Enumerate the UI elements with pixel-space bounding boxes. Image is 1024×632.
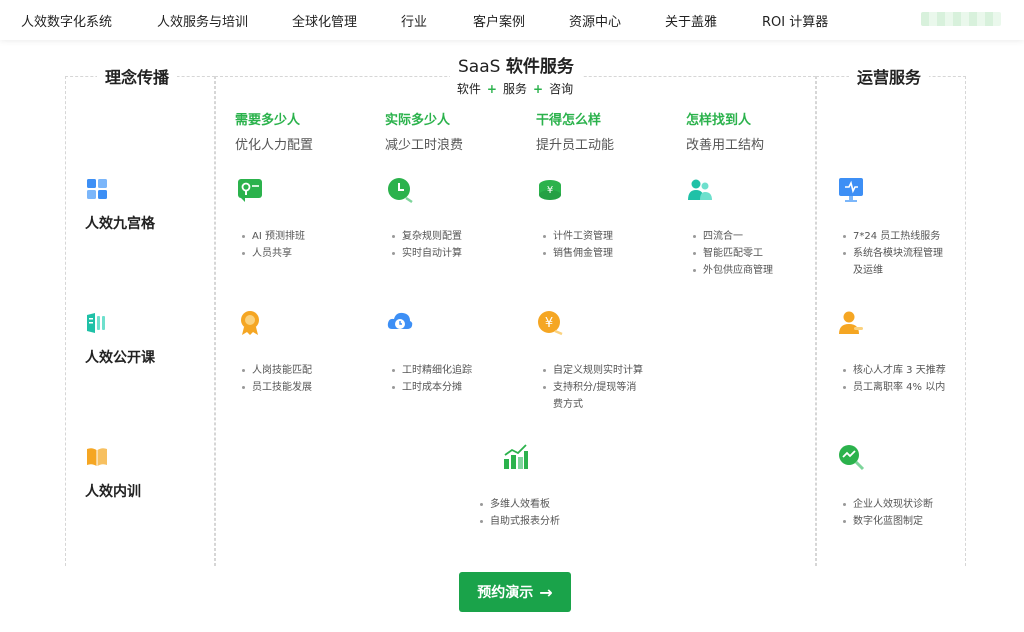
book-demo-label: 预约演示 xyxy=(477,585,534,601)
diagnosis-magnifier-icon xyxy=(839,445,865,471)
list-item: 外包供应商管理 xyxy=(689,262,773,279)
list-item: 支持积分/提现等消 xyxy=(539,379,643,396)
nav-item-roi-calculator[interactable]: ROI 计算器 xyxy=(762,11,828,30)
middle-title-latin: SaaS xyxy=(458,57,501,77)
list-item: 7*24 员工热线服务 xyxy=(839,228,943,245)
scheduling-card-icon xyxy=(238,179,262,202)
right-column-title: 运营服务 xyxy=(849,64,930,88)
nav-item-about[interactable]: 关于盖雅 xyxy=(665,11,717,30)
pillar-nine-grid[interactable]: 人效九宫格 xyxy=(85,177,155,233)
list-item: AI 预测排班 xyxy=(238,228,305,245)
feature-list: 工时精细化追踪 工时成本分摊 xyxy=(388,362,472,396)
question-subtitle: 优化人力配置 xyxy=(235,138,314,153)
list-item: 自定义规则实时计算 xyxy=(539,362,643,379)
bar-chart-icon xyxy=(504,444,528,469)
nav-item-services-training[interactable]: 人效服务与培训 xyxy=(157,11,248,30)
pillar-label: 人效公开课 xyxy=(85,350,155,366)
nav-item-digital-system[interactable]: 人效数字化系统 xyxy=(21,11,112,30)
award-badge-icon xyxy=(241,311,259,335)
book-icon xyxy=(87,448,107,466)
list-item: 复杂规则配置 xyxy=(388,228,462,245)
list-item: 系统各模块流程管理 xyxy=(839,245,943,262)
question-heading: 怎样找到人 xyxy=(686,113,752,128)
nav-item-industry[interactable]: 行业 xyxy=(401,11,427,30)
list-item: 自助式报表分析 xyxy=(476,513,560,530)
open-book-icon xyxy=(87,313,105,333)
nav-item-cases[interactable]: 客户案例 xyxy=(473,11,525,30)
feature-list: 企业人效现状诊断 数字化蓝图制定 xyxy=(839,496,933,530)
list-item: 费方式 xyxy=(553,399,583,410)
feature-list: 复杂规则配置 实时自动计算 xyxy=(388,228,462,262)
list-item: 核心人才库 3 天推荐 xyxy=(839,362,946,379)
pillar-internal-training[interactable]: 人效内训 xyxy=(85,445,141,501)
question-subtitle: 提升员工动能 xyxy=(536,138,615,153)
question-heading: 干得怎么样 xyxy=(536,113,602,128)
cloud-clock-icon xyxy=(387,312,413,329)
list-item: 智能匹配零工 xyxy=(689,245,773,262)
question-heading: 实际多少人 xyxy=(385,113,451,128)
question-performance: 干得怎么样 提升员工动能 xyxy=(536,109,614,153)
question-find-people: 怎样找到人 改善用工结构 xyxy=(686,109,764,153)
list-item: 销售佣金管理 xyxy=(539,245,613,262)
top-navbar: 人效数字化系统 人效服务与培训 全球化管理 行业 客户案例 资源中心 关于盖雅 … xyxy=(0,0,1024,40)
list-item: 工时精细化追踪 xyxy=(388,362,472,379)
hotline-monitor-icon xyxy=(839,178,863,202)
arrow-right-icon: → xyxy=(539,582,553,602)
coins-icon: ¥ xyxy=(539,180,561,200)
clock-icon xyxy=(388,178,413,204)
plus-icon: + xyxy=(486,82,497,96)
question-heading: 需要多少人 xyxy=(235,113,301,128)
feature-list: 人岗技能匹配 员工技能发展 xyxy=(238,362,312,396)
grid-icon xyxy=(87,179,107,199)
middle-title-rest: 软件服务 xyxy=(505,57,574,77)
list-item: 员工技能发展 xyxy=(238,379,312,396)
list-item: 数字化蓝图制定 xyxy=(839,513,933,530)
middle-subtitle: 软件 + 服务 + 咨询 xyxy=(440,80,590,97)
nav-item-global[interactable]: 全球化管理 xyxy=(292,11,357,30)
sub-consulting: 咨询 xyxy=(549,82,574,96)
book-demo-button[interactable]: 预约演示 → xyxy=(459,572,571,612)
feature-list: 多维人效看板 自助式报表分析 xyxy=(476,496,560,530)
yuan-coin-icon: ¥ xyxy=(538,311,563,336)
feature-list: 四流合一 智能匹配零工 外包供应商管理 xyxy=(689,228,773,279)
sub-service: 服务 xyxy=(502,82,527,96)
feature-list: 自定义规则实时计算 支持积分/提现等消 费方式 xyxy=(539,362,643,413)
nav-item-resources[interactable]: 资源中心 xyxy=(569,11,621,30)
question-how-many-needed: 需要多少人 优化人力配置 xyxy=(235,109,313,153)
middle-column-title: SaaS 软件服务 xyxy=(450,52,582,77)
list-item: 实时自动计算 xyxy=(388,245,462,262)
pillar-label: 人效内训 xyxy=(85,484,141,500)
pillar-label: 人效九宫格 xyxy=(85,216,155,232)
people-icon xyxy=(688,179,712,200)
feature-list: 7*24 员工热线服务 系统各模块流程管理 及运维 xyxy=(839,228,943,279)
sub-software: 软件 xyxy=(456,82,481,96)
list-item: 人员共享 xyxy=(238,245,305,262)
question-subtitle: 减少工时浪费 xyxy=(385,138,464,153)
feature-list: 计件工资管理 销售佣金管理 xyxy=(539,228,613,262)
brand-logo[interactable] xyxy=(921,12,1001,26)
question-actual-count: 实际多少人 减少工时浪费 xyxy=(385,109,463,153)
list-item: 员工离职率 4% 以内 xyxy=(839,379,946,396)
list-item: 多维人效看板 xyxy=(476,496,560,513)
list-item: 企业人效现状诊断 xyxy=(839,496,933,513)
list-item: 四流合一 xyxy=(689,228,773,245)
list-item: 工时成本分摊 xyxy=(388,379,472,396)
list-item: 人岗技能匹配 xyxy=(238,362,312,379)
left-column-title: 理念传播 xyxy=(97,64,178,88)
question-subtitle: 改善用工结构 xyxy=(686,138,765,153)
feature-list: AI 预测排班 人员共享 xyxy=(238,228,305,262)
pillar-open-course[interactable]: 人效公开课 xyxy=(85,311,155,367)
list-item: 计件工资管理 xyxy=(539,228,613,245)
plus-icon: + xyxy=(533,82,544,96)
talent-user-icon xyxy=(839,311,863,334)
svg-text:¥: ¥ xyxy=(545,316,553,331)
list-item: 及运维 xyxy=(853,265,883,276)
feature-list: 核心人才库 3 天推荐 员工离职率 4% 以内 xyxy=(839,362,946,396)
svg-text:¥: ¥ xyxy=(547,185,553,196)
